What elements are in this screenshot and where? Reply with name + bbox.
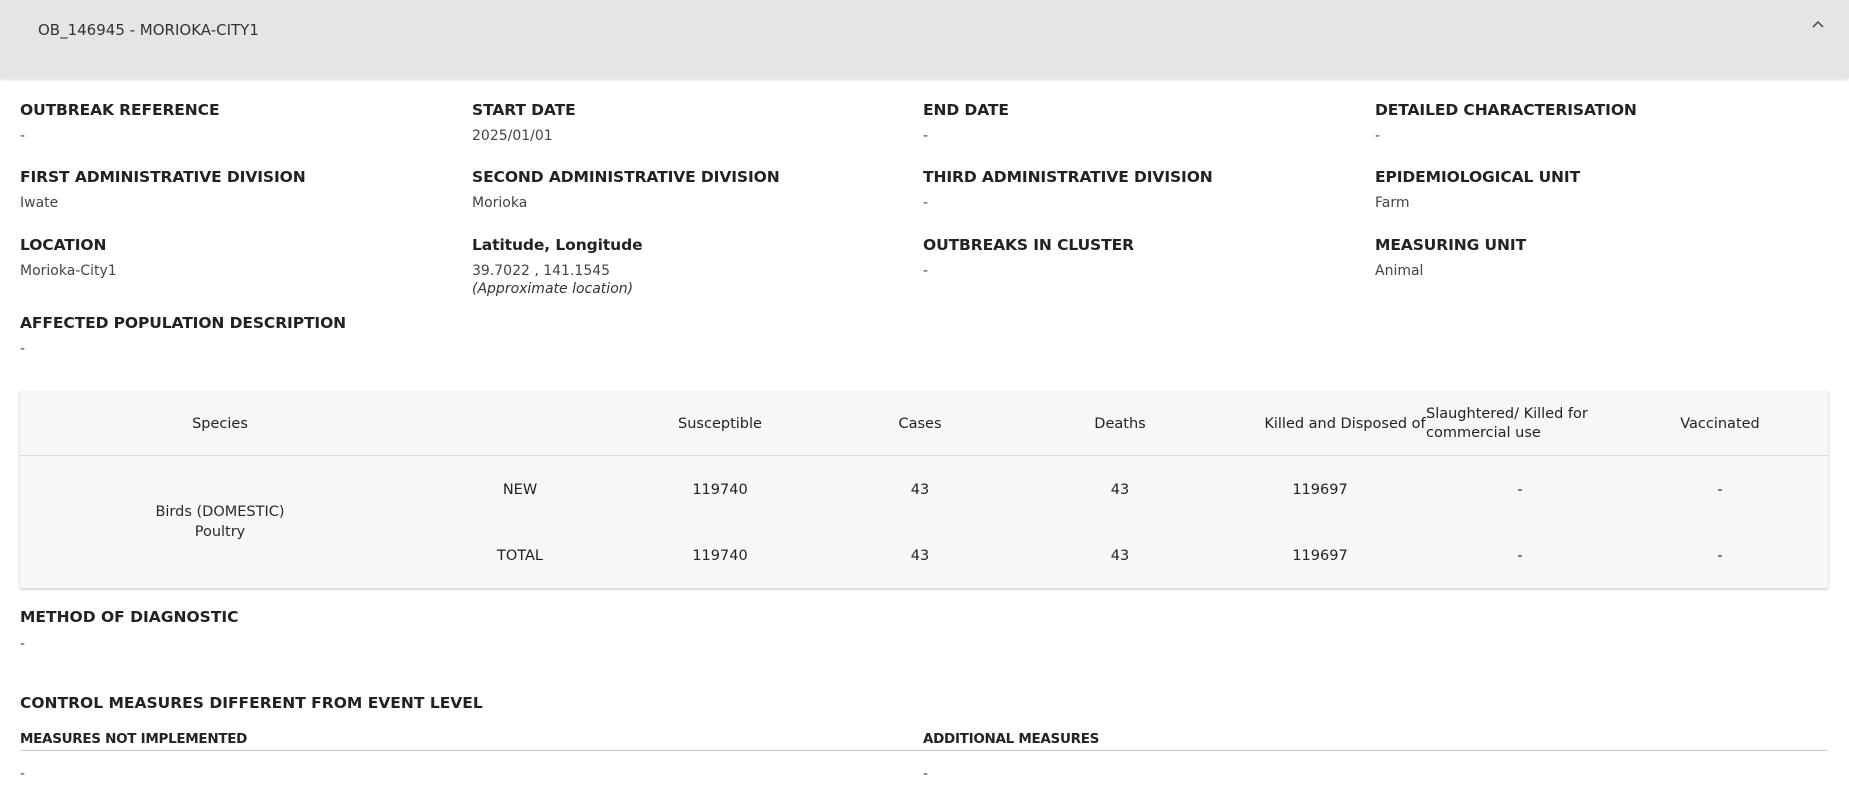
control-measures-title: CONTROL MEASURES DIFFERENT FROM EVENT LE… — [20, 694, 483, 712]
field-value: Morioka-City1 — [20, 263, 117, 279]
field-second-admin-division: SECOND ADMINISTRATIVE DIVISION Morioka — [472, 168, 912, 211]
row-type: NEW — [502, 482, 538, 498]
field-label: OUTBREAKS IN CLUSTER — [923, 236, 1134, 254]
additional-measures-value: - — [923, 766, 929, 782]
field-label: END DATE — [923, 101, 1009, 119]
field-value: - — [923, 195, 929, 211]
outbreak-title: OB_146945 - MORIOKA-CITY1 — [38, 21, 259, 39]
field-value: - — [923, 128, 929, 144]
column-header-species: Species — [192, 416, 248, 432]
table-header: Species Susceptible Cases Deaths Killed … — [20, 392, 1828, 456]
divider — [20, 750, 1828, 751]
cell-cases: 43 — [910, 548, 930, 564]
field-value: - — [923, 263, 929, 279]
field-end-date: END DATE - — [923, 101, 1363, 144]
species-cell: Birds (DOMESTIC) Poultry — [20, 502, 420, 542]
field-label: THIRD ADMINISTRATIVE DIVISION — [923, 168, 1213, 186]
approximate-location-note: (Approximate location) — [472, 281, 634, 297]
field-label: SECOND ADMINISTRATIVE DIVISION — [472, 168, 780, 186]
field-value: Animal — [1375, 263, 1424, 279]
chevron-up-icon[interactable] — [1807, 14, 1829, 36]
field-label: OUTBREAK REFERENCE — [20, 101, 220, 119]
field-epidemiological-unit: EPIDEMIOLOGICAL UNIT Farm — [1375, 168, 1815, 211]
field-label: DETAILED CHARACTERISATION — [1375, 101, 1637, 119]
measures-not-implemented-value: - — [20, 766, 26, 782]
field-label: START DATE — [472, 101, 576, 119]
outbreak-header[interactable]: OB_146945 - MORIOKA-CITY1 — [0, 0, 1849, 78]
field-third-admin-division: THIRD ADMINISTRATIVE DIVISION - — [923, 168, 1363, 211]
field-outbreaks-in-cluster: OUTBREAKS IN CLUSTER - — [923, 236, 1363, 279]
field-label: MEASURING UNIT — [1375, 236, 1527, 254]
field-label: AFFECTED POPULATION DESCRIPTION — [20, 314, 347, 332]
field-value: 2025/01/01 — [472, 128, 553, 144]
method-of-diagnostic-label: METHOD OF DIAGNOSTIC — [20, 608, 239, 626]
field-label: Latitude, Longitude — [472, 236, 643, 254]
field-outbreak-reference: OUTBREAK REFERENCE - — [20, 101, 460, 144]
cell-killed: 119697 — [1292, 482, 1348, 498]
field-value: Iwate — [20, 195, 59, 211]
cell-vaccinated: - — [1717, 482, 1723, 498]
field-latitude-longitude: Latitude, Longitude 39.7022 , 141.1545 (… — [472, 236, 912, 297]
field-value: - — [20, 341, 26, 357]
field-first-admin-division: FIRST ADMINISTRATIVE DIVISION Iwate — [20, 168, 460, 211]
species-subtype: Poultry — [194, 524, 246, 540]
field-value: - — [1375, 128, 1381, 144]
field-affected-population: AFFECTED POPULATION DESCRIPTION - — [20, 314, 620, 357]
column-header-susceptible: Susceptible — [678, 416, 762, 432]
cell-slaughtered: - — [1517, 548, 1523, 564]
cell-killed: 119697 — [1292, 548, 1348, 564]
cell-susceptible: 119740 — [692, 482, 748, 498]
measures-not-implemented-label: MEASURES NOT IMPLEMENTED — [20, 731, 248, 747]
additional-measures-label: ADDITIONAL MEASURES — [923, 731, 1100, 747]
species-table: Species Susceptible Cases Deaths Killed … — [20, 392, 1828, 588]
field-measuring-unit: MEASURING UNIT Animal — [1375, 236, 1815, 279]
field-value: Morioka — [472, 195, 528, 211]
species-name: Birds (DOMESTIC) — [155, 504, 285, 520]
field-label: FIRST ADMINISTRATIVE DIVISION — [20, 168, 306, 186]
cell-susceptible: 119740 — [692, 548, 748, 564]
field-label: EPIDEMIOLOGICAL UNIT — [1375, 168, 1581, 186]
column-header-slaughtered: Slaughtered/ Killed for commercial use — [1426, 406, 1588, 441]
column-header-deaths: Deaths — [1094, 416, 1146, 432]
cell-cases: 43 — [910, 482, 930, 498]
column-header-cases: Cases — [898, 416, 942, 432]
cell-slaughtered: - — [1517, 482, 1523, 498]
field-label: LOCATION — [20, 236, 107, 254]
field-value: Farm — [1375, 195, 1410, 211]
cell-deaths: 43 — [1110, 482, 1130, 498]
cell-deaths: 43 — [1110, 548, 1130, 564]
field-value: - — [20, 128, 26, 144]
field-value: 39.7022 , 141.1545 — [472, 263, 611, 279]
field-location: LOCATION Morioka-City1 — [20, 236, 460, 279]
field-detailed-characterisation: DETAILED CHARACTERISATION - — [1375, 101, 1815, 144]
row-type: TOTAL — [497, 548, 543, 564]
method-of-diagnostic-value: - — [20, 636, 26, 652]
column-header-vaccinated: Vaccinated — [1680, 416, 1760, 432]
cell-vaccinated: - — [1717, 548, 1723, 564]
field-start-date: START DATE 2025/01/01 — [472, 101, 912, 144]
